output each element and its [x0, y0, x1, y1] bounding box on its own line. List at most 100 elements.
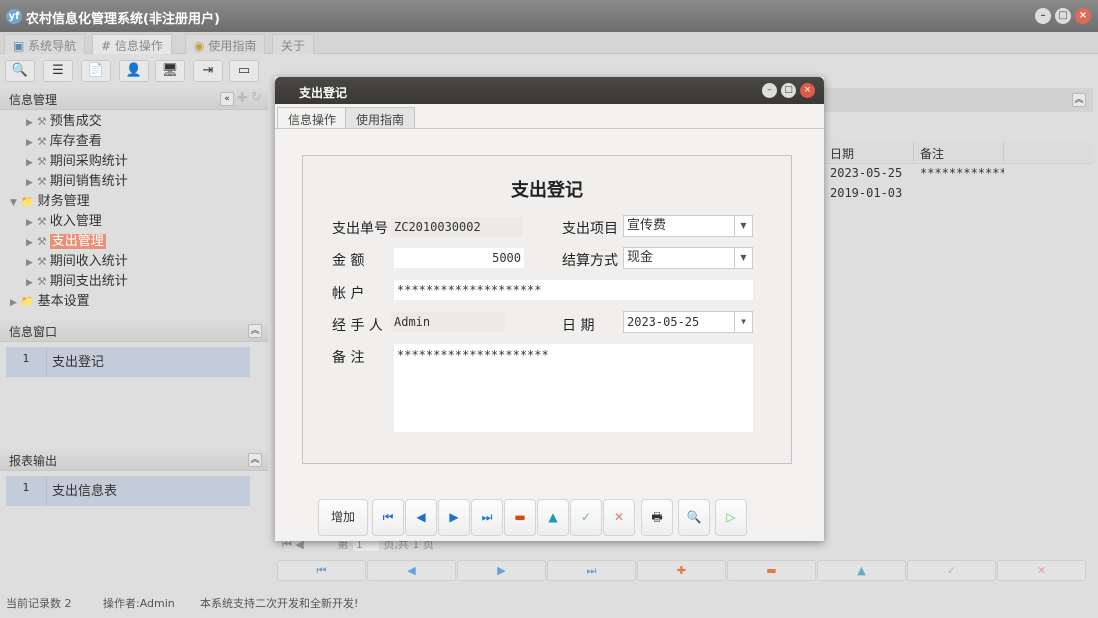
list-icon[interactable]: ☰ — [43, 60, 73, 82]
play-icon[interactable]: ▷ — [715, 499, 747, 536]
expense-item-select[interactable]: 宣传费▼ — [623, 215, 753, 237]
col-header: 备注 — [914, 142, 1004, 163]
refresh-icon[interactable]: ↻ — [251, 90, 262, 105]
next-button[interactable]: ▶ — [457, 560, 546, 581]
tab-about[interactable]: 关于 — [272, 34, 314, 54]
dialog-close-button[interactable]: × — [800, 83, 815, 98]
expand-arrow-icon[interactable]: ▶ — [26, 258, 33, 268]
next-record-button[interactable]: ▶ — [438, 499, 470, 536]
tree-item[interactable]: ▶⚒期间销售统计 — [0, 172, 268, 192]
last-button[interactable]: ⏭ — [547, 560, 636, 581]
expand-arrow-icon[interactable]: ▶ — [26, 278, 33, 288]
tree-item[interactable]: ▶⚒期间支出统计 — [0, 272, 268, 292]
date-label: 日 期 — [562, 315, 594, 335]
tree-item[interactable]: ▶📁基本设置 — [0, 292, 268, 312]
delete-record-button[interactable]: ▬ — [504, 499, 536, 536]
prev-record-button[interactable]: ◀ — [405, 499, 437, 536]
tree-item[interactable]: ▼📁财务管理 — [0, 192, 268, 212]
account-input[interactable]: ******************** — [394, 280, 753, 300]
panel-title: 信息管理 — [9, 93, 57, 107]
dialog-title: 支出登记 — [299, 86, 347, 100]
selected-value: 宣传费 — [627, 218, 666, 233]
window-icon[interactable]: ▭ — [229, 60, 259, 82]
table-row[interactable]: 2023-05-25 ************* — [826, 164, 1092, 184]
selected-value: 2023-05-25 — [627, 315, 699, 329]
tab-label: 使用指南 — [208, 39, 256, 53]
delete-button[interactable]: ▬ — [727, 560, 816, 581]
tab-guide[interactable]: ◉ 使用指南 — [185, 34, 265, 54]
form-heading: 支出登记 — [303, 176, 791, 202]
amount-input[interactable]: 5000 — [394, 248, 524, 268]
dialog-minimize-button[interactable]: – — [762, 83, 777, 98]
last-record-button[interactable]: ⏭ — [471, 499, 503, 536]
tree-item-label: 收入管理 — [50, 214, 102, 229]
tab-label: 关于 — [281, 39, 305, 53]
handler-field: Admin — [391, 312, 505, 332]
save-button[interactable]: ✓ — [907, 560, 996, 581]
prev-button[interactable]: ◀ — [367, 560, 456, 581]
print-icon[interactable]: 🖶 — [641, 499, 673, 536]
close-button[interactable]: × — [1075, 8, 1091, 24]
expense-form: 支出登记 支出单号 ZC2010030002 支出项目 宣传费▼ 金 额 500… — [302, 155, 792, 464]
dialog-tab-info[interactable]: 信息操作 — [277, 107, 347, 128]
tree-item-label: 财务管理 — [38, 194, 90, 209]
user-computer-icon[interactable]: 👤 — [119, 60, 149, 82]
expand-arrow-icon[interactable]: ▶ — [26, 118, 33, 128]
cancel-record-button[interactable]: ✕ — [603, 499, 635, 536]
tab-nav[interactable]: ▣ 系统导航 — [4, 34, 85, 54]
list-item[interactable]: 1支出登记 — [6, 347, 250, 377]
date-picker[interactable]: 2023-05-25 ▼ — [623, 311, 753, 333]
export-icon[interactable]: ⇥ — [193, 60, 223, 82]
expand-arrow-icon[interactable]: ▶ — [26, 138, 33, 148]
tree-item[interactable]: ▶⚒预售成交 — [0, 112, 268, 132]
expand-arrow-icon[interactable]: ▶ — [26, 178, 33, 188]
document-icon[interactable]: 📄 — [81, 60, 111, 82]
print-preview-icon[interactable]: 🔍 — [678, 499, 710, 536]
expense-no-field: ZC2010030002 — [391, 217, 523, 237]
tree-item-label: 预售成交 — [50, 114, 102, 129]
list-item[interactable]: 1支出信息表 — [6, 476, 250, 506]
remark-textarea[interactable]: ********************* — [394, 344, 753, 432]
expand-arrow-icon[interactable]: ▶ — [10, 298, 17, 308]
table-row[interactable]: 2019-01-03 — [826, 184, 1092, 204]
chevron-down-icon: ▼ — [734, 312, 752, 332]
chevron-down-icon: ▼ — [734, 248, 752, 268]
tree-item[interactable]: ▶⚒收入管理 — [0, 212, 268, 232]
tab-info-ops[interactable]: # 信息操作 — [92, 34, 172, 54]
minimize-button[interactable]: – — [1035, 8, 1051, 24]
expand-arrow-icon[interactable]: ▶ — [26, 238, 33, 248]
cancel-button[interactable]: ✕ — [997, 560, 1086, 581]
first-button[interactable]: ⏮ — [277, 560, 366, 581]
tool-icon: ⚒ — [37, 235, 47, 248]
dialog-tab-guide[interactable]: 使用指南 — [345, 107, 415, 128]
collapse-icon[interactable]: ︽ — [248, 453, 262, 467]
settlement-select[interactable]: 现金 ▼ — [623, 247, 753, 269]
tree-item[interactable]: ▶⚒支出管理 — [0, 232, 268, 252]
tree-item[interactable]: ▶⚒库存查看 — [0, 132, 268, 152]
monitor-globe-icon[interactable]: 🖥 — [155, 60, 185, 82]
row-number: 1 — [6, 352, 46, 365]
add-record-button[interactable]: 增加 — [318, 499, 368, 536]
collapse-icon[interactable]: « — [220, 92, 234, 106]
search-doc-icon[interactable]: 🔍 — [5, 60, 35, 82]
expand-arrow-icon[interactable]: ▼ — [10, 198, 17, 208]
tree-item[interactable]: ▶⚒期间采购统计 — [0, 152, 268, 172]
first-record-button[interactable]: ⏮ — [372, 499, 404, 536]
edit-record-button[interactable]: ▲ — [537, 499, 569, 536]
tree-item-label: 期间采购统计 — [50, 154, 128, 169]
tree-item[interactable]: ▶⚒期间收入统计 — [0, 252, 268, 272]
dialog-maximize-button[interactable]: □ — [781, 83, 796, 98]
expand-arrow-icon[interactable]: ▶ — [26, 218, 33, 228]
add-button[interactable]: ✚ — [637, 560, 726, 581]
expand-arrow-icon[interactable]: ▶ — [26, 158, 33, 168]
report-header: 报表输出 — [0, 449, 268, 471]
collapse-icon[interactable]: ︽ — [1072, 93, 1086, 107]
maximize-button[interactable]: □ — [1055, 8, 1071, 24]
collapse-icon[interactable]: ︽ — [248, 324, 262, 338]
add-icon[interactable]: ✚ — [237, 91, 248, 106]
edit-button[interactable]: ▲ — [817, 560, 906, 581]
dialog-title-bar: 支出登记 — [275, 77, 824, 104]
selected-value: 现金 — [627, 250, 653, 265]
save-record-button[interactable]: ✓ — [570, 499, 602, 536]
col-header: 日期 — [826, 142, 914, 163]
